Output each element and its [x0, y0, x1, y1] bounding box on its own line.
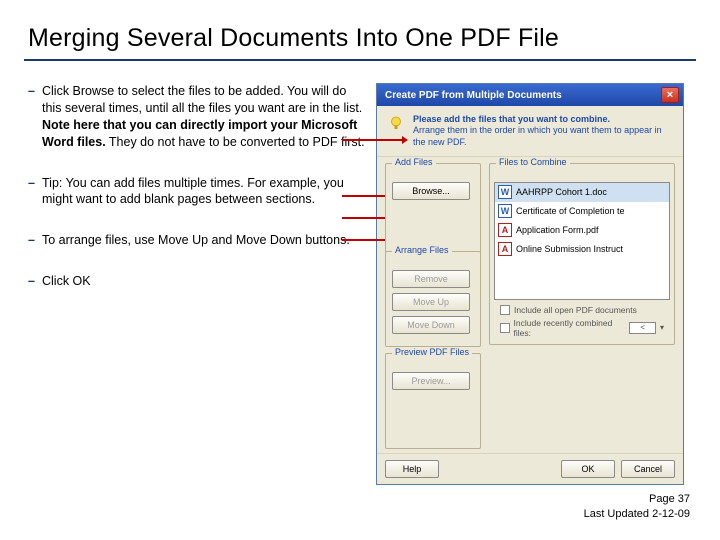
browse-button[interactable]: Browse...	[392, 182, 470, 200]
hint-text: Please add the files that you want to co…	[413, 114, 673, 148]
group-label: Arrange Files	[392, 245, 452, 255]
hint-line2: Arrange them in the order in which you w…	[413, 125, 662, 146]
checkbox-icon[interactable]	[500, 323, 510, 333]
body-row: – Click Browse to select the files to be…	[28, 83, 692, 485]
remove-button[interactable]: Remove	[392, 270, 470, 288]
option-include-recent[interactable]: Include recently combined files: < ▾	[500, 318, 664, 338]
group-label: Add Files	[392, 157, 436, 167]
file-list[interactable]: W AAHRPP Cohort 1.doc W Certificate of C…	[494, 182, 670, 300]
options-block: Include all open PDF documents Include r…	[494, 300, 670, 342]
group-preview: Preview PDF Files Preview...	[385, 353, 481, 449]
help-button[interactable]: Help	[385, 460, 439, 478]
bullet-pre: Click Browse to select the files to be a…	[42, 84, 362, 115]
list-item[interactable]: W AAHRPP Cohort 1.doc	[495, 183, 669, 202]
group-arrange-files: Arrange Files Remove Move Up Move Down	[385, 251, 481, 347]
instruction-column: – Click Browse to select the files to be…	[28, 83, 368, 485]
bullet-text: Click OK	[42, 273, 91, 290]
bullet-text: Tip: You can add files multiple times. F…	[42, 175, 368, 209]
file-name: Online Submission Instruct	[516, 244, 623, 254]
word-icon: W	[498, 185, 512, 199]
bullet-item: – To arrange files, use Move Up and Move…	[28, 232, 368, 249]
group-label: Files to Combine	[496, 157, 570, 167]
close-icon[interactable]: ×	[661, 87, 679, 103]
bullet-dash: –	[28, 273, 42, 290]
checkbox-icon[interactable]	[500, 305, 510, 315]
hint-line1: Please add the files that you want to co…	[413, 114, 610, 124]
lightbulb-icon	[387, 114, 405, 132]
slide-page: Merging Several Documents Into One PDF F…	[0, 0, 720, 540]
panel-left-stack: Arrange Files Remove Move Up Move Down P…	[377, 251, 489, 453]
dialog-titlebar[interactable]: Create PDF from Multiple Documents ×	[377, 84, 683, 106]
callout-arrow	[342, 139, 406, 141]
last-updated: Last Updated 2-12-09	[584, 507, 690, 522]
bullet-dash: –	[28, 83, 42, 151]
group-label: Preview PDF Files	[392, 347, 472, 357]
bullet-text: To arrange files, use Move Up and Move D…	[42, 232, 350, 249]
file-name: Certificate of Completion te	[516, 206, 625, 216]
hint-row: Please add the files that you want to co…	[377, 106, 683, 157]
file-name: AAHRPP Cohort 1.doc	[516, 187, 607, 197]
bullet-list: – Click Browse to select the files to be…	[28, 83, 368, 290]
ok-button[interactable]: OK	[561, 460, 615, 478]
page-number: Page 37	[584, 492, 690, 507]
list-item[interactable]: A Application Form.pdf	[495, 221, 669, 240]
move-up-button[interactable]: Move Up	[392, 293, 470, 311]
move-down-button[interactable]: Move Down	[392, 316, 470, 334]
title-rule	[24, 59, 696, 61]
option-label: Include recently combined files:	[514, 318, 626, 338]
list-item[interactable]: A Online Submission Instruct	[495, 240, 669, 259]
screenshot-column: Create PDF from Multiple Documents × Ple…	[376, 83, 684, 485]
pdf-icon: A	[498, 223, 512, 237]
bullet-post: They do not have to be converted to PDF …	[106, 135, 365, 149]
page-title: Merging Several Documents Into One PDF F…	[28, 24, 692, 53]
list-item[interactable]: W Certificate of Completion te	[495, 202, 669, 221]
dialog-footer: Help OK Cancel	[377, 453, 683, 484]
bullet-dash: –	[28, 175, 42, 209]
group-files-to-combine: Files to Combine W AAHRPP Cohort 1.doc W…	[489, 163, 675, 345]
preview-button[interactable]: Preview...	[392, 372, 470, 390]
file-name: Application Form.pdf	[516, 225, 599, 235]
bullet-item: – Tip: You can add files multiple times.…	[28, 175, 368, 209]
option-label: Include all open PDF documents	[514, 305, 637, 315]
page-footer: Page 37 Last Updated 2-12-09	[584, 492, 690, 522]
bullet-dash: –	[28, 232, 42, 249]
option-include-open[interactable]: Include all open PDF documents	[500, 305, 664, 315]
pdf-icon: A	[498, 242, 512, 256]
bullet-item: – Click OK	[28, 273, 368, 290]
dialog-window: Create PDF from Multiple Documents × Ple…	[376, 83, 684, 485]
bullet-text: Click Browse to select the files to be a…	[42, 83, 368, 151]
cancel-button[interactable]: Cancel	[621, 460, 675, 478]
bullet-item: – Click Browse to select the files to be…	[28, 83, 368, 151]
word-icon: W	[498, 204, 512, 218]
recent-dropdown[interactable]: <	[629, 322, 656, 334]
dialog-title: Create PDF from Multiple Documents	[385, 90, 562, 101]
chevron-down-icon[interactable]: ▾	[660, 323, 664, 332]
